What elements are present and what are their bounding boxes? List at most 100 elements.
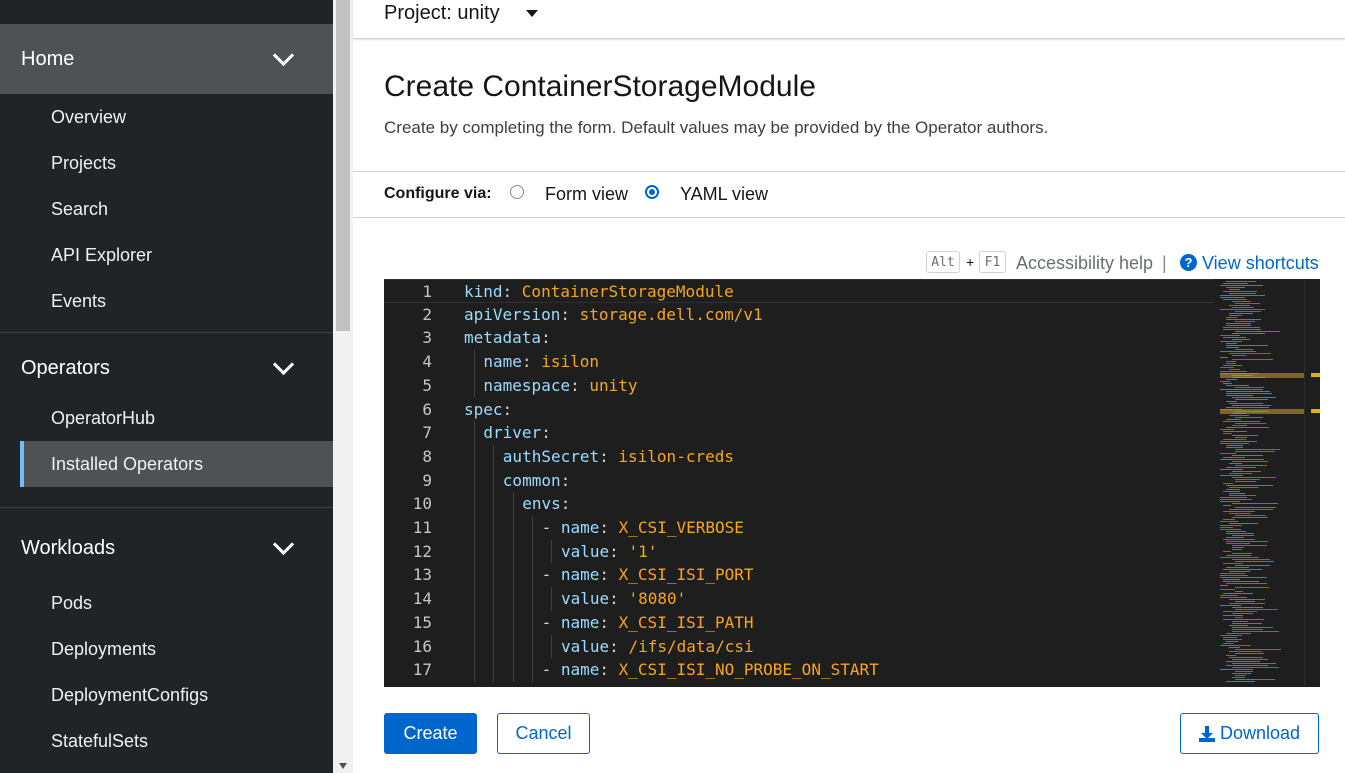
code-line[interactable]: 6 spec: [384,398,1214,422]
chevron-down-icon [272,44,295,66]
minimap-line [1232,503,1278,504]
yaml-editor[interactable]: 1 kind: ContainerStorageModule 2 apiVersion… [384,279,1320,687]
code-text: value: '8080' [561,589,687,609]
code-line[interactable]: 10 envs: [384,492,1214,516]
code-text: metadata: [464,328,551,348]
nav-group-workloads[interactable]: Workloads [0,516,333,580]
minimap-highlight [1220,409,1304,414]
minimap-line [1232,623,1262,624]
sidebar-scrollbar-thumb[interactable] [336,0,350,331]
minimap-line [1235,671,1253,672]
yaml-key: authSecret [502,446,600,466]
code-line[interactable]: 4 name: isilon [384,350,1214,374]
minimap-line [1223,579,1240,580]
nav-group-operators[interactable]: Operators [0,341,333,395]
minimap-line [1220,453,1236,454]
minimap-line [1226,661,1260,662]
sidebar-item-deployments[interactable]: Deployments [0,626,333,672]
sidebar-item-api-explorer[interactable]: API Explorer [0,232,333,278]
code-line[interactable]: 17 - name: X_CSI_ISI_NO_PROBE_ON_START [384,658,1214,682]
nav-group-home[interactable]: Home [0,24,333,94]
code-line[interactable]: 2 apiVersion: storage.dell.com/v1 [384,303,1214,327]
sidebar-item-pods[interactable]: Pods [0,580,333,626]
minimap-line [1220,499,1252,500]
sidebar-item-installed-operators[interactable]: Installed Operators [20,441,333,487]
f1-key: F1 [979,251,1006,273]
code-line[interactable]: 5 namespace: unity [384,374,1214,398]
sidebar-item-events[interactable]: Events [0,278,333,324]
project-selector[interactable]: Project: unity [384,2,500,25]
yaml-key: value [561,636,610,656]
form-view-label[interactable]: Form view [545,184,628,205]
code-text: - name: X_CSI_ISI_PATH [541,612,754,632]
minimap-line [1235,561,1274,562]
question-circle-icon[interactable]: ? [1180,254,1197,271]
scroll-down-arrow-icon[interactable] [339,763,347,769]
minimap-line [1223,593,1253,594]
code-line[interactable]: 11 - name: X_CSI_VERBOSE [384,516,1214,540]
minimap-line [1232,631,1279,632]
minimap-line [1226,633,1251,634]
minimap-line [1235,449,1280,450]
minimap-line [1235,303,1260,304]
minimap-line [1220,501,1240,502]
code-text: namespace: unity [483,375,638,395]
code-line[interactable]: 16 value: /ifs/data/csi [384,635,1214,659]
code-line[interactable]: 1 kind: ContainerStorageModule [384,279,1214,303]
minimap-line [1220,525,1242,526]
code-line[interactable]: 15 - name: X_CSI_ISI_PATH [384,611,1214,635]
create-button[interactable]: Create [384,713,477,754]
minimap-line [1226,343,1237,344]
sidebar-item-deploymentconfigs[interactable]: DeploymentConfigs [0,672,333,718]
sidebar-item-overview[interactable]: Overview [0,94,333,140]
minimap-line [1235,617,1243,618]
code-line[interactable]: 8 authSecret: isilon-creds [384,445,1214,469]
download-button[interactable]: Download [1180,713,1319,754]
cancel-button[interactable]: Cancel [497,713,590,754]
form-view-radio[interactable] [510,185,524,199]
line-number: 13 [412,565,432,585]
minimap-line [1223,365,1242,366]
minimap-line [1220,577,1267,578]
minimap-line [1232,663,1276,664]
sidebar-item-search[interactable]: Search [0,186,333,232]
editor-scrollbar[interactable] [1304,279,1320,687]
code-line[interactable]: 9 common: [384,469,1214,493]
sidebar-item-projects[interactable]: Projects [0,140,333,186]
caret-down-icon[interactable] [526,10,538,17]
yaml-value: '1' [628,541,658,561]
indent-guide [551,539,553,564]
yaml-view-radio[interactable] [645,185,659,199]
code-line[interactable]: 12 value: '1' [384,540,1214,564]
line-number: 3 [422,328,432,348]
yaml-key: namespace [483,375,571,395]
minimap-line [1223,283,1248,284]
editor-minimap[interactable] [1220,279,1304,687]
minimap-line [1223,433,1232,434]
minimap-line [1223,505,1231,506]
chevron-down-icon [272,533,295,555]
yaml-key: name [483,352,522,372]
minimap-line [1226,531,1246,532]
sidebar-item-statefulsets[interactable]: StatefulSets [0,718,333,764]
minimap-line [1226,655,1236,656]
code-text: - name: X_CSI_ISI_NO_PROBE_ON_START [541,660,879,680]
minimap-line [1235,479,1260,480]
minimap-line [1220,357,1228,358]
minimap-line [1235,481,1256,482]
code-text: value: '1' [561,541,658,561]
sidebar-item-operatorhub[interactable]: OperatorHub [0,395,333,441]
code-line[interactable]: 7 driver: [384,421,1214,445]
view-shortcuts-link[interactable]: View shortcuts [1202,253,1319,274]
code-text: authSecret: isilon-creds [502,446,734,466]
code-line[interactable]: 14 value: '8080' [384,587,1214,611]
minimap-line [1232,301,1251,302]
minimap-line [1223,439,1246,440]
minimap-line [1235,417,1263,418]
line-number: 14 [412,589,432,609]
code-line[interactable]: 3 metadata: [384,326,1214,350]
yaml-view-label[interactable]: YAML view [680,184,768,205]
code-text: kind: ContainerStorageModule [464,282,734,301]
minimap-line [1235,653,1264,654]
code-line[interactable]: 13 - name: X_CSI_ISI_PORT [384,563,1214,587]
